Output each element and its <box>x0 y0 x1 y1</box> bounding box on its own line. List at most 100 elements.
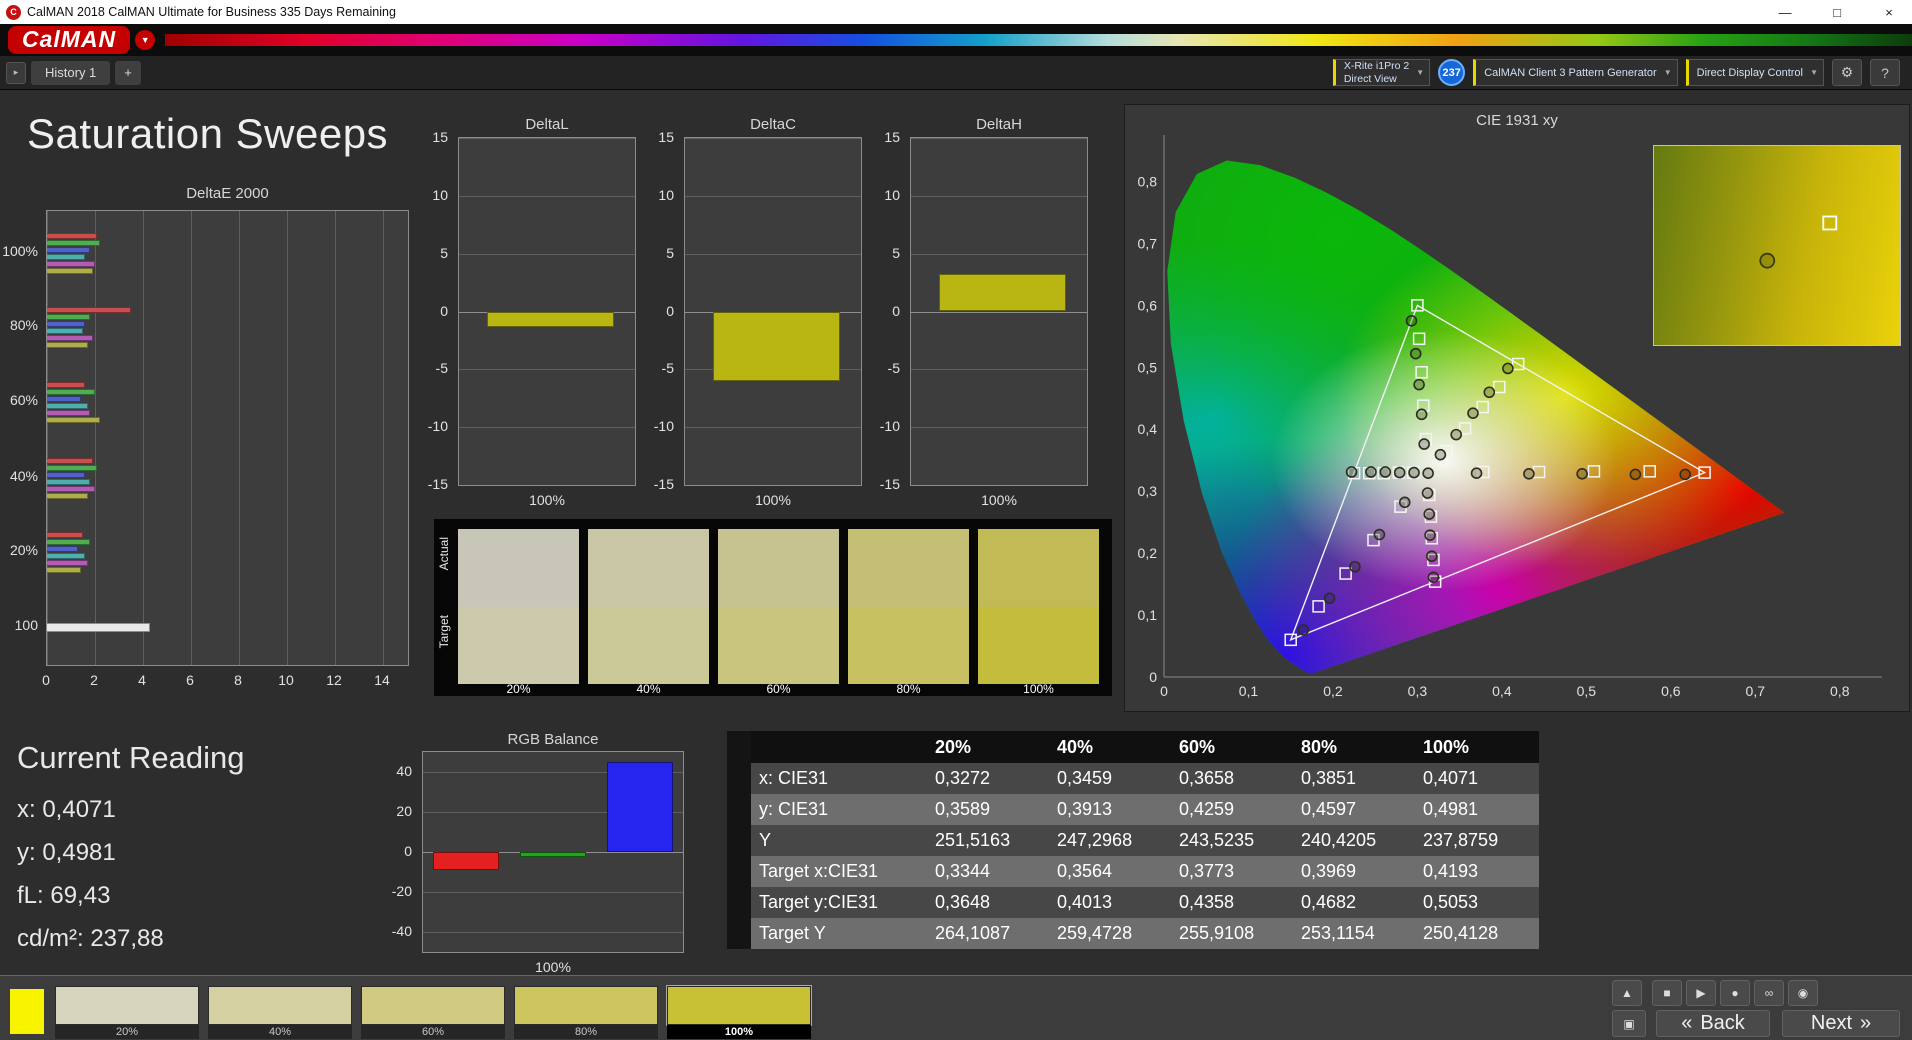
table-corner <box>727 731 751 763</box>
swatch-target <box>718 607 839 684</box>
table-row-label: x: CIE31 <box>759 768 829 788</box>
dc-plot-y-tick: 10 <box>658 186 674 203</box>
calman-logo[interactable]: CalMAN <box>8 26 131 54</box>
swatch-percent-label: 20% <box>506 682 531 696</box>
help-button[interactable]: ? <box>1870 59 1900 86</box>
pattern-patch-label: 40% <box>208 1025 352 1039</box>
back-button[interactable]: « Back <box>1656 1010 1770 1037</box>
target-label: Target <box>437 615 451 649</box>
meter-dropdown[interactable]: X-Rite i1Pro 2 Direct View ▼ <box>1332 59 1431 86</box>
close-button[interactable]: × <box>1866 0 1912 24</box>
table-row: Target Y 264,1087 259,4728 255,9108 253,1154… <box>727 918 1539 949</box>
table-cell: 0,3648 <box>935 892 991 912</box>
deltae-bar <box>47 388 95 395</box>
meter-count-badge: 237 <box>1438 59 1466 86</box>
measured-point <box>1423 508 1436 520</box>
table-cell: 0,3773 <box>1179 861 1235 881</box>
logo-caret-icon[interactable]: ▼ <box>135 30 156 50</box>
table-header-row: 20% 40% 60% 80% 100% <box>727 731 1539 763</box>
table-cell: 250,4128 <box>1423 923 1499 943</box>
pattern-patch[interactable] <box>666 985 812 1026</box>
table-header-cell: 80% <box>1301 736 1338 757</box>
record-button[interactable]: ● <box>1720 980 1750 1006</box>
settings-gear-icon[interactable]: ⚙ <box>1832 59 1862 86</box>
dl-plot-y-tick: 15 <box>432 129 448 145</box>
measured-point <box>1422 467 1434 480</box>
table-cell: 0,3459 <box>1057 768 1113 788</box>
dl-plot-gridline <box>459 369 635 371</box>
table-header-cell: 20% <box>935 736 972 757</box>
table-cell: 0,4981 <box>1423 799 1479 819</box>
measured-point <box>1408 466 1420 479</box>
current-reading-title: Current Reading <box>17 740 245 775</box>
pattern-patch-label: 100% <box>667 1025 811 1039</box>
bottom-bar: ▲ ■ ▶ ● ∞ ◉ ▣ « Back Next » 20% 40% 60% 80%… <box>0 975 1912 1040</box>
chevron-down-icon: ▼ <box>1416 67 1425 77</box>
pattern-generator-dropdown[interactable]: CalMAN Client 3 Pattern Generator ▼ <box>1473 59 1678 86</box>
measured-point <box>1467 407 1479 419</box>
dh-plot-y-tick: 0 <box>892 302 900 319</box>
view-button[interactable]: ◉ <box>1788 980 1818 1006</box>
deltah-title: DeltaH <box>976 116 1022 133</box>
cie-x-tick: 0,3 <box>1408 683 1428 699</box>
deltae-x-axis: 0 2 4 6 8 10 12 14 <box>42 672 409 690</box>
dc-plot-y-tick: -15 <box>653 476 674 492</box>
measured-point <box>1434 448 1447 461</box>
cie-x-tick: 0,2 <box>1323 683 1343 699</box>
pattern-patch[interactable] <box>361 986 505 1025</box>
table-cell: 0,3344 <box>935 861 991 881</box>
swatch-actual <box>978 529 1099 607</box>
pattern-window-button[interactable]: ▣ <box>1612 1010 1646 1037</box>
deltae-bar <box>47 239 100 246</box>
dc-plot-y-tick: -5 <box>661 360 674 377</box>
dh-plot-y-tick: 15 <box>884 129 900 145</box>
chevron-down-icon: ▼ <box>1810 68 1818 77</box>
deltac-x-label: 100% <box>755 492 791 508</box>
pattern-patch[interactable] <box>208 986 352 1025</box>
deltae-gridline <box>191 211 192 665</box>
deltal-x-label: 100% <box>529 492 565 508</box>
pattern-patch[interactable] <box>514 986 658 1025</box>
minimize-button[interactable]: — <box>1762 0 1808 24</box>
dc-plot-y-tick: 5 <box>666 244 674 261</box>
deltae-bar <box>47 260 95 267</box>
next-button[interactable]: Next » <box>1782 1010 1900 1037</box>
stop-button[interactable]: ■ <box>1652 980 1682 1006</box>
tab-history-1[interactable]: History 1 <box>31 60 111 85</box>
dl-plot-y-tick: 0 <box>440 302 448 319</box>
table-row-strip <box>727 856 751 887</box>
deltae-bar <box>47 538 91 545</box>
inset-target-point <box>1822 215 1838 231</box>
expand-up-button[interactable]: ▲ <box>1612 980 1642 1006</box>
add-tab-button[interactable]: + <box>115 60 141 85</box>
eye-icon: ◉ <box>1797 986 1809 1000</box>
cie-x-tick: 0,5 <box>1577 683 1597 699</box>
table-cell: 0,3589 <box>935 799 991 819</box>
display-control-dropdown[interactable]: Direct Display Control ▼ <box>1685 59 1824 86</box>
deltae-y-axis: 100% 80% 60% 40% 20% 100 <box>0 210 42 666</box>
cie-y-tick: 0,2 <box>1138 545 1158 561</box>
table-cell: 247,2968 <box>1057 830 1133 850</box>
dl-plot-y-tick: 10 <box>432 186 448 203</box>
play-button[interactable]: ▶ <box>1686 980 1716 1006</box>
deltac-title: DeltaC <box>750 116 796 133</box>
continuous-read-button[interactable]: ∞ <box>1754 980 1784 1006</box>
rgb-y-tick: 0 <box>404 843 412 859</box>
deltae-bar <box>47 471 86 478</box>
collapse-arrow-icon[interactable]: ▸ <box>6 61 26 84</box>
pattern-patch-label: 80% <box>514 1025 658 1039</box>
table-row-strip <box>727 918 751 949</box>
window-icon: ▣ <box>1623 1016 1635 1031</box>
rgb-bar-green <box>520 852 586 857</box>
pattern-patch[interactable] <box>55 986 199 1025</box>
dl-plot-y-tick: 5 <box>440 244 448 261</box>
inset-measured-point <box>1759 252 1776 269</box>
deltae-bar <box>47 478 91 485</box>
deltae-x-tick: 2 <box>90 672 98 688</box>
deltah-x-label: 100% <box>981 492 1017 508</box>
stop-icon: ■ <box>1663 986 1671 1000</box>
maximize-button[interactable]: □ <box>1814 0 1860 24</box>
measured-point <box>1523 468 1535 480</box>
table-header-cell: 40% <box>1057 736 1094 757</box>
current-reading-fl: fL: 69,43 <box>17 882 111 909</box>
